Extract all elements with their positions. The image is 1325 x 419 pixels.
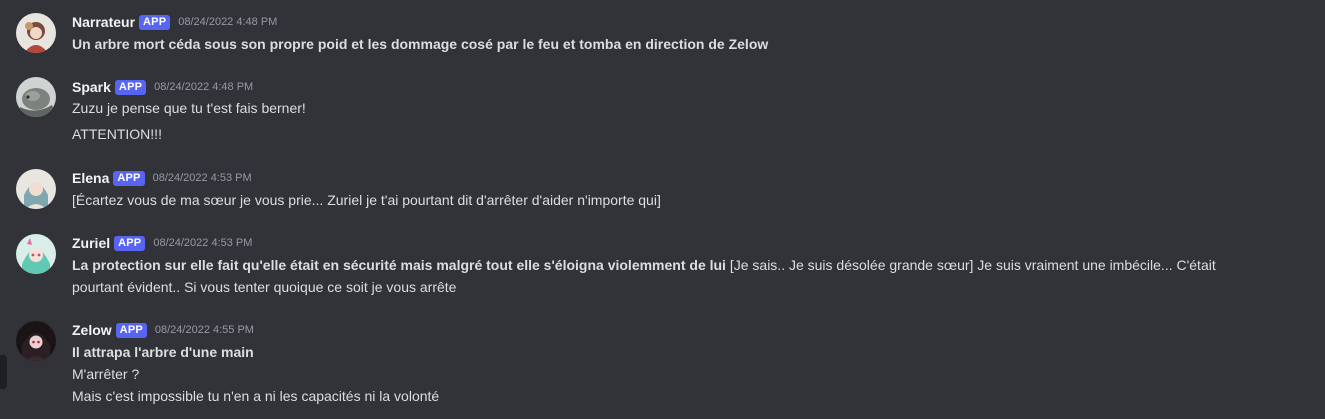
app-badge: APP: [115, 322, 147, 338]
message-header: Spark APP 08/24/2022 4:48 PM: [72, 76, 253, 98]
username[interactable]: Spark: [72, 79, 111, 95]
username[interactable]: Elena: [72, 170, 109, 186]
creature-avatar[interactable]: [16, 77, 56, 117]
message-content: Un arbre mort céda sous son propre poid …: [72, 33, 1305, 55]
app-badge: APP: [139, 14, 171, 30]
bold-text: Un arbre mort céda sous son propre poid …: [72, 36, 769, 52]
message-content: La protection sur elle fait qu'elle étai…: [72, 254, 1305, 276]
message-header: Zelow APP 08/24/2022 4:55 PM: [72, 319, 254, 341]
anime-girl-avatar[interactable]: [16, 234, 56, 274]
username[interactable]: Zelow: [72, 322, 112, 338]
timestamp[interactable]: 08/24/2022 4:53 PM: [153, 172, 252, 184]
plain-text: [Je sais.. Je suis désolée grande sœur] …: [725, 257, 1216, 273]
message-content: pourtant évident.. Si vous tenter quoiqu…: [72, 279, 457, 295]
username[interactable]: Narrateur: [72, 14, 135, 30]
bold-text: Il attrapa l'arbre d'une main: [72, 344, 254, 360]
app-badge: APP: [113, 170, 145, 186]
message-content: ATTENTION!!!: [72, 126, 162, 142]
app-badge: APP: [114, 79, 147, 95]
message-content: Mais c'est impossible tu n'en a ni les c…: [72, 388, 440, 404]
timestamp[interactable]: 08/24/2022 4:53 PM: [153, 237, 252, 249]
message-content: [Écartez vous de ma sœur je vous prie...…: [72, 192, 661, 208]
username[interactable]: Zuriel: [72, 235, 110, 251]
anime-girl-avatar[interactable]: [16, 13, 56, 53]
message-header: Zuriel APP 08/24/2022 4:53 PM: [72, 232, 252, 254]
message-header: Elena APP 08/24/2022 4:53 PM: [72, 167, 252, 189]
timestamp[interactable]: 08/24/2022 4:48 PM: [178, 16, 277, 28]
message-content: M'arrêter ?: [72, 366, 140, 382]
timestamp[interactable]: 08/24/2022 4:55 PM: [155, 324, 254, 336]
chat-message-list: Narrateur APP 08/24/2022 4:48 PM Un arbr…: [0, 0, 1325, 419]
message-content: Il attrapa l'arbre d'une main: [72, 341, 1305, 363]
timestamp[interactable]: 08/24/2022 4:48 PM: [154, 81, 253, 93]
anime-girl-avatar[interactable]: [16, 169, 56, 209]
bold-text: La protection sur elle fait qu'elle étai…: [72, 257, 726, 273]
sidebar-edge-handle[interactable]: [0, 355, 7, 389]
app-badge: APP: [114, 235, 146, 251]
dark-character-avatar[interactable]: [16, 321, 56, 361]
message-header: Narrateur APP 08/24/2022 4:48 PM: [72, 11, 277, 33]
message-content: Zuzu je pense que tu t'est fais berner!: [72, 100, 306, 116]
